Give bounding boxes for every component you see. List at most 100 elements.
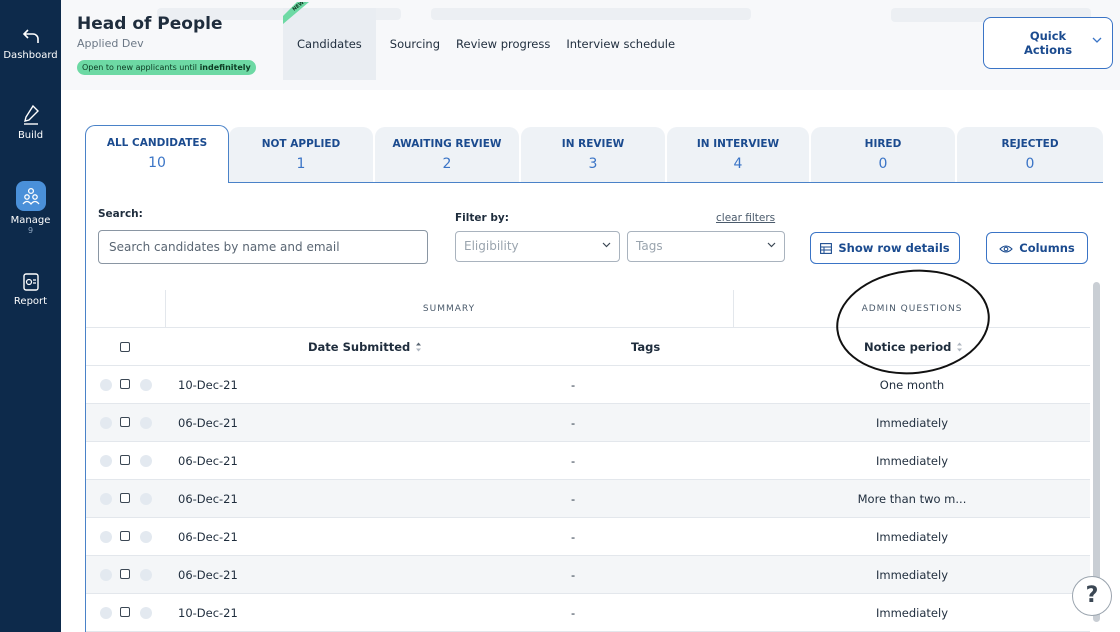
- sidebar-item-build[interactable]: Build: [0, 104, 61, 141]
- row-checkbox[interactable]: [120, 379, 130, 389]
- row-checkbox[interactable]: [120, 455, 130, 465]
- tab-count: 0: [1025, 156, 1035, 172]
- chevron-down-icon: [1092, 37, 1102, 43]
- cell-date: 06-Dec-21: [178, 492, 238, 506]
- chevron-down-icon: [602, 242, 611, 248]
- table-row[interactable]: 06-Dec-21 - Immediately: [86, 556, 1090, 594]
- tab-sourcing[interactable]: Sourcing: [376, 8, 454, 80]
- sidebar-item-label: Build: [17, 130, 44, 141]
- avatar: [140, 569, 152, 581]
- header-tabs: NEW! Candidates Sourcing Review progress…: [283, 2, 689, 80]
- cell-notice: Immediately: [876, 454, 948, 468]
- row-checkbox[interactable]: [120, 531, 130, 541]
- table-row[interactable]: 10-Dec-21 - Immediately: [86, 594, 1090, 632]
- row-checkbox[interactable]: [120, 569, 130, 579]
- button-label: Show row details: [838, 241, 950, 255]
- tab-label: Sourcing: [389, 37, 441, 51]
- panel-border: [229, 182, 1103, 183]
- table-row[interactable]: 06-Dec-21 - More than two m...: [86, 480, 1090, 518]
- clear-filters-link[interactable]: clear filters: [716, 212, 775, 224]
- cell-tags: -: [571, 378, 576, 392]
- tab-label: Interview schedule: [566, 37, 676, 51]
- chevron-down-icon: [767, 242, 776, 248]
- cell-notice: More than two m...: [857, 492, 967, 506]
- group-summary: SUMMARY: [422, 304, 476, 314]
- tab-label: ALL CANDIDATES: [106, 137, 208, 149]
- tab-label: HIRED: [864, 138, 902, 150]
- tab-count: 2: [442, 156, 452, 172]
- search-input[interactable]: [98, 230, 428, 264]
- table-row[interactable]: 06-Dec-21 - Immediately: [86, 442, 1090, 480]
- vertical-scrollbar[interactable]: [1093, 282, 1100, 622]
- tab-hired[interactable]: HIRED 0: [811, 127, 955, 183]
- table-icon: [820, 243, 833, 254]
- avatar: [140, 379, 152, 391]
- tab-review-progress[interactable]: Review progress: [454, 8, 564, 80]
- tab-label: REJECTED: [1001, 138, 1059, 150]
- tab-count: 3: [588, 156, 598, 172]
- table-row[interactable]: 06-Dec-21 - Immediately: [86, 518, 1090, 556]
- back-arrow-icon: [22, 29, 39, 43]
- column-date-submitted[interactable]: Date Submitted: [308, 328, 422, 366]
- cell-date: 06-Dec-21: [178, 416, 238, 430]
- cell-notice: Immediately: [876, 416, 948, 430]
- avatar: [140, 417, 152, 429]
- status-dot-icon: [100, 379, 112, 391]
- row-checkbox[interactable]: [120, 417, 130, 427]
- tab-interview-schedule[interactable]: Interview schedule: [564, 8, 689, 80]
- tab-awaiting-review[interactable]: AWAITING REVIEW 2: [375, 127, 519, 183]
- cell-date: 06-Dec-21: [178, 454, 238, 468]
- cell-tags: -: [571, 606, 576, 620]
- sidebar-item-report[interactable]: Report: [0, 272, 61, 307]
- avatar: [140, 531, 152, 543]
- sidebar-item-manage[interactable]: Manage 9: [0, 181, 61, 235]
- show-row-details-button[interactable]: Show row details: [810, 232, 960, 264]
- cell-notice: Immediately: [876, 568, 948, 582]
- table-row[interactable]: 06-Dec-21 - Immediately: [86, 404, 1090, 442]
- avatar: [140, 455, 152, 467]
- page-title: Head of People: [77, 14, 223, 34]
- new-badge-text: NEW!: [292, 2, 308, 13]
- cell-date: 06-Dec-21: [178, 568, 238, 582]
- tab-candidates[interactable]: NEW! Candidates: [283, 2, 376, 80]
- manage-count: 9: [27, 226, 34, 235]
- quick-actions-button[interactable]: Quick Actions: [983, 17, 1113, 69]
- sidebar: Dashboard Build Manage 9 Report: [0, 0, 61, 632]
- status-badge: Open to new applicants until indefinitel…: [77, 60, 256, 75]
- column-tags: Tags: [631, 340, 661, 354]
- tab-count: 4: [733, 156, 743, 172]
- tab-count: 10: [148, 155, 166, 171]
- tab-not-applied[interactable]: NOT APPLIED 1: [229, 127, 373, 183]
- tab-label: Review progress: [456, 37, 551, 51]
- sidebar-item-label: Report: [13, 296, 48, 307]
- cell-tags: -: [571, 568, 576, 582]
- status-dot-icon: [100, 569, 112, 581]
- report-icon: [22, 273, 39, 291]
- tab-all-candidates[interactable]: ALL CANDIDATES 10: [85, 125, 229, 183]
- tab-in-interview[interactable]: IN INTERVIEW 4: [667, 127, 809, 183]
- pencil-icon: [23, 104, 39, 125]
- filter-label: Filter by:: [455, 212, 509, 224]
- cell-tags: -: [571, 492, 576, 506]
- status-prefix: Open to new applicants until: [82, 63, 198, 72]
- tab-label: Candidates: [297, 37, 362, 51]
- help-button[interactable]: ?: [1072, 576, 1112, 616]
- tab-in-review[interactable]: IN REVIEW 3: [521, 127, 665, 183]
- status-value: indefinitely: [199, 63, 251, 72]
- button-label: Columns: [1019, 241, 1075, 255]
- status-tabs: ALL CANDIDATES 10 NOT APPLIED 1 AWAITING…: [85, 125, 1103, 183]
- tags-select[interactable]: Tags: [627, 231, 785, 262]
- columns-button[interactable]: Columns: [986, 232, 1088, 264]
- status-dot-icon: [100, 455, 112, 467]
- cell-notice: Immediately: [876, 530, 948, 544]
- row-checkbox[interactable]: [120, 607, 130, 617]
- cell-tags: -: [571, 454, 576, 468]
- tab-label: AWAITING REVIEW: [392, 138, 502, 150]
- sidebar-item-dashboard[interactable]: Dashboard: [0, 26, 61, 61]
- eligibility-select[interactable]: Eligibility: [455, 231, 620, 262]
- row-checkbox[interactable]: [120, 493, 130, 503]
- tab-rejected[interactable]: REJECTED 0: [957, 127, 1103, 183]
- table-row[interactable]: 10-Dec-21 - One month: [86, 366, 1090, 404]
- avatar: [140, 493, 152, 505]
- select-all-checkbox[interactable]: [120, 342, 130, 352]
